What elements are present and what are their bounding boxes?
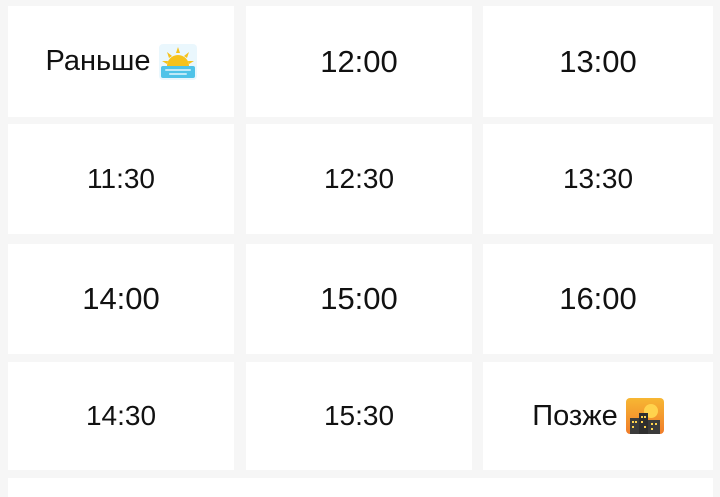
slot-14-00-button[interactable]: 14:00 (8, 244, 234, 354)
sunrise-icon (158, 43, 197, 80)
slot-12-00-button[interactable]: 12:00 (246, 6, 472, 117)
slot-14-30-label: 14:30 (85, 400, 157, 431)
slot-11-30-button[interactable]: 11:30 (8, 124, 234, 234)
slot-12-30-label: 12:30 (323, 163, 395, 194)
slot-earlier-content: Раньше (45, 43, 197, 80)
slot-13-00-label: 13:00 (559, 43, 637, 79)
slot-14-30-button[interactable]: 14:30 (8, 362, 234, 470)
slot-later-label: Позже (532, 399, 618, 432)
city-sunset-icon (625, 398, 664, 434)
slot-11-30-label: 11:30 (87, 163, 155, 194)
slot-earlier-label: Раньше (45, 45, 151, 77)
slot-16-00-button[interactable]: 16:00 (483, 244, 713, 354)
slot-15-00-label: 15:00 (320, 281, 398, 316)
slot-13-00-button[interactable]: 13:00 (483, 6, 713, 117)
slot-16-00-label: 16:00 (559, 281, 637, 316)
slot-15-00-button[interactable]: 15:00 (246, 244, 472, 354)
slot-13-30-label: 13:30 (562, 163, 634, 194)
slot-14-00-label: 14:00 (82, 281, 160, 316)
slot-12-30-button[interactable]: 12:30 (246, 124, 472, 234)
slot-later-button[interactable]: Позже (483, 362, 713, 470)
slot-15-30-button[interactable]: 15:30 (246, 362, 472, 470)
slot-earlier-button[interactable]: Раньше (8, 6, 234, 117)
slot-later-content: Позже (532, 398, 664, 434)
slot-15-30-label: 15:30 (323, 400, 395, 431)
slot-13-30-button[interactable]: 13:30 (483, 124, 713, 234)
slot-12-00-label: 12:00 (320, 43, 398, 79)
bottom-panel-edge (8, 478, 713, 497)
